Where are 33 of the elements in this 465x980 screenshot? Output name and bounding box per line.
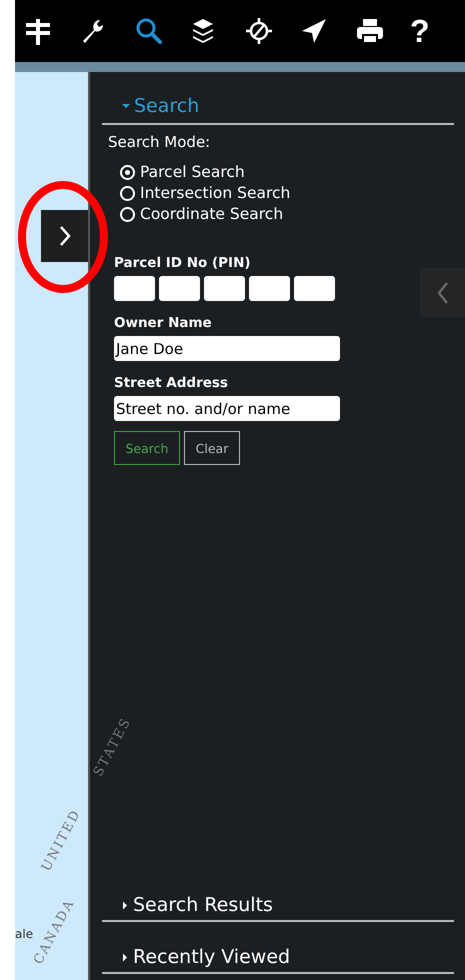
input-field[interactable]: Street no. and/or name: [114, 396, 340, 421]
caret-icon: [122, 952, 128, 962]
signpost-icon: [25, 17, 51, 45]
search-button[interactable]: Search: [114, 431, 180, 465]
paper-plane-icon: [300, 17, 328, 45]
layers-icon: [190, 17, 216, 45]
radio-option[interactable]: Coordinate Search: [120, 205, 454, 223]
pin-field[interactable]: [294, 276, 335, 301]
radio-option[interactable]: Parcel Search: [120, 163, 454, 181]
caret-icon: [122, 900, 128, 910]
pin-field[interactable]: [249, 276, 290, 301]
toolbar-tool[interactable]: ?: [410, 9, 465, 53]
field-label: Owner Name: [114, 315, 213, 331]
field-label: Street Address: [114, 375, 229, 391]
section-header[interactable]: Recently Viewed: [102, 942, 454, 972]
pin-field[interactable]: [159, 276, 200, 301]
input-field[interactable]: Jane Doe: [114, 336, 340, 361]
expand-button[interactable]: [41, 210, 88, 262]
chevron-left-icon: [436, 281, 448, 305]
printer-icon: [355, 17, 385, 45]
search-icon: [135, 17, 163, 45]
pin-field[interactable]: [204, 276, 245, 301]
section-header[interactable]: Search: [102, 94, 454, 118]
map-label: ale: [15, 927, 34, 941]
chevron-right-icon: [58, 225, 70, 247]
section-header[interactable]: Search Results: [102, 890, 454, 920]
clear-button[interactable]: Clear: [184, 431, 240, 465]
radio-option[interactable]: Intersection Search: [120, 184, 454, 202]
pin-field[interactable]: [114, 276, 155, 301]
caret-icon: [122, 102, 130, 110]
field-label: Parcel ID No (PIN): [114, 255, 252, 271]
collapse-button[interactable]: [420, 268, 465, 318]
search-mode-label: Search Mode:: [108, 133, 212, 151]
